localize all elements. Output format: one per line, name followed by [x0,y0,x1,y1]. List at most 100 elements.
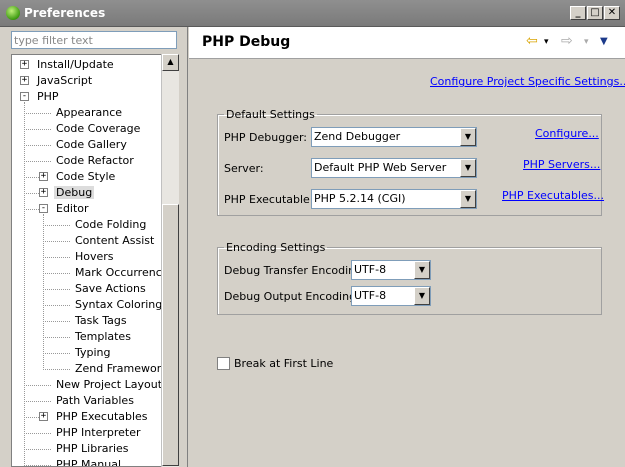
tree-item-code-style[interactable]: Code Style [54,169,117,185]
tree-item-label: Code Folding [75,218,147,231]
tree-item-label: Code Style [56,170,116,183]
preferences-nav-pane: +Install/Update+JavaScript-PHPAppearance… [0,27,188,467]
expand-icon[interactable]: + [39,412,48,421]
minimize-button[interactable]: _ [570,6,586,20]
tree-connector [24,385,51,386]
expand-icon[interactable]: + [39,172,48,181]
tree-connector [43,353,70,354]
tree-item-save-actions[interactable]: Save Actions [73,281,148,297]
tree-item-label: PHP Manual [56,458,122,467]
tree-connector [43,214,44,370]
window-title: Preferences [24,6,106,20]
tree-item-zend-framework[interactable]: Zend Framework [73,361,170,377]
tree-connector [43,337,70,338]
scroll-up-button[interactable]: ▲ [162,54,179,71]
php-servers-link[interactable]: PHP Servers... [523,158,600,171]
tree-item-label: Code Coverage [56,122,141,135]
collapse-icon[interactable]: - [20,92,29,101]
php-executables-link[interactable]: PHP Executables... [502,189,604,202]
tree-item-label: Path Variables [56,394,134,407]
tree-scrollbar[interactable]: ▲ [161,54,179,467]
filter-input[interactable] [11,31,177,49]
tree-item-code-folding[interactable]: Code Folding [73,217,148,233]
tree-item-label: Debug [54,186,95,199]
tree-item-new-project-layout[interactable]: New Project Layout [54,377,164,393]
tree-connector [24,177,39,178]
tree-item-javascript[interactable]: JavaScript [35,73,94,89]
tree-item-content-assist[interactable]: Content Assist [73,233,156,249]
close-button[interactable]: ✕ [604,6,620,20]
server-select[interactable]: Default PHP Web Server ▼ [311,158,477,178]
tree-item-php[interactable]: PHP [35,89,61,105]
tree-item-appearance[interactable]: Appearance [54,105,124,121]
configure-debugger-link[interactable]: Configure... [535,127,599,140]
tree-connector [24,417,39,418]
page-title: PHP Debug [202,34,291,50]
tree-connector [43,369,70,370]
tree-item-debug[interactable]: Debug [54,185,95,201]
tree-item-syntax-coloring[interactable]: Syntax Coloring [73,297,164,313]
tree-item-php-executables[interactable]: PHP Executables [54,409,150,425]
scroll-thumb[interactable] [162,204,179,466]
tree-item-editor[interactable]: Editor [54,201,91,217]
view-menu-icon[interactable]: ▼ [600,36,608,47]
php-debugger-select[interactable]: Zend Debugger ▼ [311,127,477,147]
back-dropdown-icon[interactable]: ▾ [544,37,549,47]
transfer-encoding-select[interactable]: UTF-8 ▼ [351,260,431,280]
transfer-encoding-value: UTF-8 [354,263,387,276]
forward-dropdown-icon[interactable]: ▾ [584,37,589,47]
tree-connector [24,129,51,130]
chevron-down-icon: ▼ [460,159,476,177]
settings-pane: PHP Debug ⇦ ▾ ⇨ ▾ ▼ Configure Project Sp… [189,27,625,467]
tree-item-templates[interactable]: Templates [73,329,133,345]
tree-connector [24,193,39,194]
tree-item-label: Save Actions [75,282,146,295]
maximize-button[interactable]: □ [587,6,603,20]
tree-connector [43,241,70,242]
tree-item-label: Code Refactor [56,154,134,167]
tree-item-code-coverage[interactable]: Code Coverage [54,121,142,137]
php-executable-value: PHP 5.2.14 (CGI) [314,192,406,205]
expand-icon[interactable]: + [20,76,29,85]
tree-connector [43,305,70,306]
expand-icon[interactable]: + [39,188,48,197]
tree-item-label: Syntax Coloring [75,298,163,311]
tree-item-task-tags[interactable]: Task Tags [73,313,129,329]
default-settings-legend: Default Settings [226,108,315,121]
collapse-icon[interactable]: - [39,204,48,213]
tree-item-install-update[interactable]: Install/Update [35,57,116,73]
tree-connector [24,113,51,114]
tree-item-label: Install/Update [37,58,114,71]
tree-connector [43,273,70,274]
title-bar: Preferences _ □ ✕ [0,0,625,27]
break-first-line-checkbox[interactable] [217,357,230,370]
tree-connector [24,145,51,146]
tree-item-php-manual[interactable]: PHP Manual [54,457,123,467]
tree-item-code-refactor[interactable]: Code Refactor [54,153,136,169]
forward-arrow-icon[interactable]: ⇨ [561,33,573,49]
configure-project-settings-link[interactable]: Configure Project Specific Settings... [430,75,625,88]
tree-item-path-variables[interactable]: Path Variables [54,393,136,409]
tree-item-php-interpreter[interactable]: PHP Interpreter [54,425,143,441]
preferences-tree: + Install/Update + JavaScript - PHP Appearance… [11,54,179,467]
output-encoding-select[interactable]: UTF-8 ▼ [351,286,431,306]
tree-item-label: Appearance [56,106,123,119]
output-encoding-label: Debug Output Encoding [224,290,357,303]
back-arrow-icon[interactable]: ⇦ [526,33,538,49]
tree-connector [24,449,51,450]
tree-connector [43,289,70,290]
tree-item-label: Task Tags [75,314,127,327]
tree-item-hovers[interactable]: Hovers [73,249,116,265]
tree-item-php-libraries[interactable]: PHP Libraries [54,441,131,457]
php-executable-label: PHP Executable: [224,193,314,206]
tree-connector [24,433,51,434]
tree-connector [24,209,39,210]
expand-icon[interactable]: + [20,60,29,69]
tree-item-label: JavaScript [37,74,93,87]
tree-item-label: Content Assist [75,234,155,247]
php-executable-select[interactable]: PHP 5.2.14 (CGI) ▼ [311,189,477,209]
tree-connector [24,465,51,466]
tree-item-typing[interactable]: Typing [73,345,113,361]
chevron-down-icon: ▼ [460,128,476,146]
tree-item-code-gallery[interactable]: Code Gallery [54,137,129,153]
